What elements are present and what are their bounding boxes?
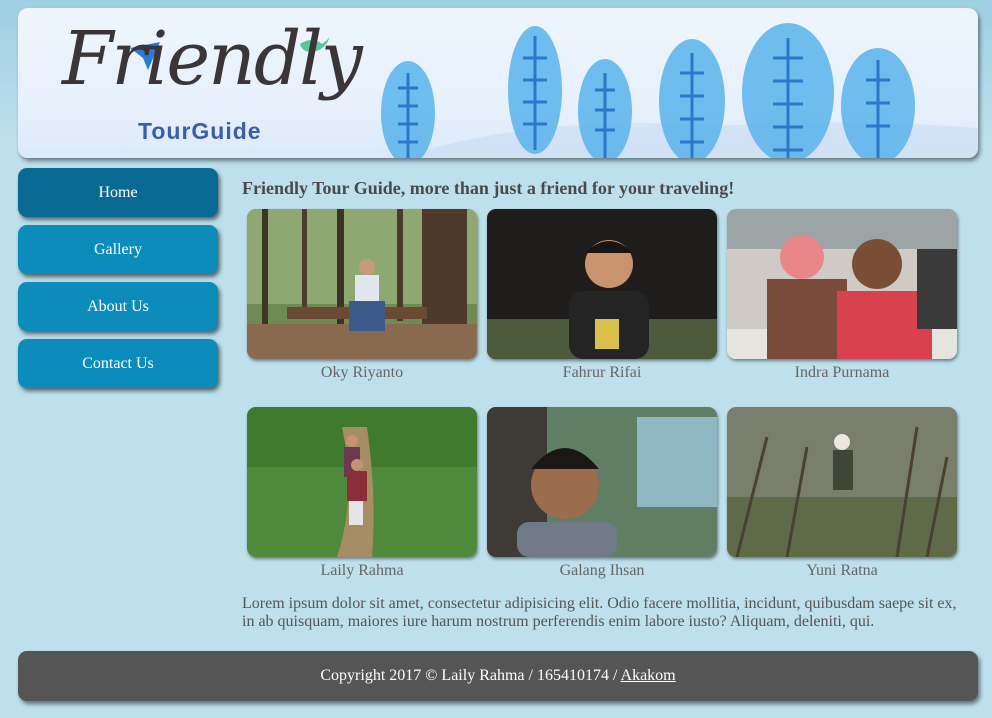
- gallery-card: Yuni Ratna: [727, 407, 957, 583]
- copyright-text: Copyright 2017 © Laily Rahma / 165410174…: [320, 667, 621, 684]
- nav-home-button[interactable]: Home: [18, 168, 218, 217]
- gallery-caption: Galang Ihsan: [559, 562, 645, 579]
- nav-gallery-button[interactable]: Gallery: [18, 225, 218, 274]
- photo-gallery: Oky Riyanto Fahrur Rifai Indra Purnama L…: [247, 209, 959, 583]
- footer: Copyright 2017 © Laily Rahma / 165410174…: [18, 651, 978, 701]
- gallery-card: Indra Purnama: [727, 209, 957, 385]
- gallery-photo[interactable]: [487, 407, 717, 557]
- logo-wordmark: Friendly: [62, 16, 363, 102]
- page-title: Friendly Tour Guide, more than just a fr…: [242, 178, 735, 198]
- gallery-caption: Laily Rahma: [320, 562, 404, 579]
- gallery-caption: Oky Riyanto: [320, 364, 404, 381]
- main-content: Friendly Tour Guide, more than just a fr…: [242, 178, 970, 630]
- intro-paragraph: Lorem ipsum dolor sit amet, consectetur …: [242, 595, 957, 630]
- header-banner: Friendly TourGuide: [18, 8, 978, 158]
- akakom-link[interactable]: Akakom: [621, 667, 676, 684]
- gallery-photo[interactable]: [487, 209, 717, 359]
- gallery-photo[interactable]: [727, 209, 957, 359]
- gallery-caption: Yuni Ratna: [806, 562, 878, 579]
- gallery-card: Oky Riyanto: [247, 209, 477, 385]
- gallery-card: Galang Ihsan: [487, 407, 717, 583]
- nav-about-button[interactable]: About Us: [18, 282, 218, 331]
- gallery-photo[interactable]: [247, 407, 477, 557]
- gallery-card: Fahrur Rifai: [487, 209, 717, 385]
- gallery-photo[interactable]: [247, 209, 477, 359]
- gallery-card: Laily Rahma: [247, 407, 477, 583]
- logo-subtitle: TourGuide: [138, 118, 262, 144]
- nav-contact-button[interactable]: Contact Us: [18, 339, 218, 388]
- gallery-caption: Fahrur Rifai: [562, 364, 642, 381]
- gallery-photo[interactable]: [727, 407, 957, 557]
- sidebar-nav: Home Gallery About Us Contact Us: [18, 168, 218, 396]
- gallery-caption: Indra Purnama: [794, 364, 890, 381]
